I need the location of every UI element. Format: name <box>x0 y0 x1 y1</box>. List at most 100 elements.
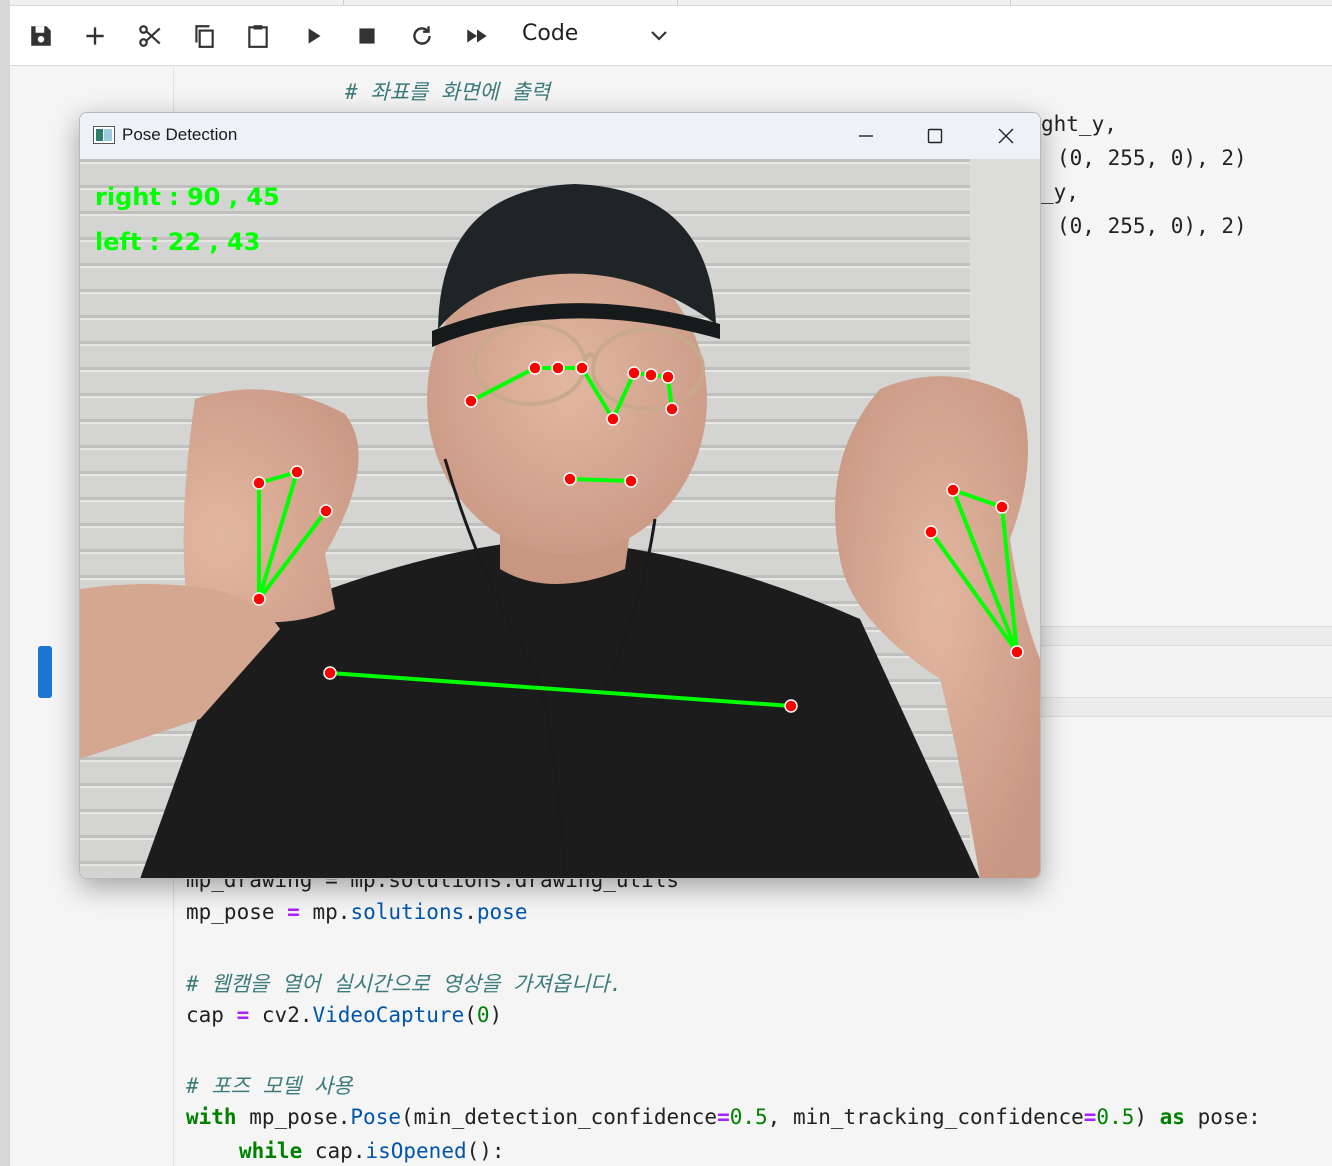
cell-collapsed-area[interactable] <box>1041 646 1332 697</box>
cell-divider <box>1041 626 1332 646</box>
pose-landmark-r-index <box>995 500 1009 514</box>
code-var: pose: <box>1197 1105 1261 1129</box>
save-icon <box>31 26 51 46</box>
code-mod: cv2 <box>261 1003 300 1027</box>
code-args: (0, 255, 0), 2) <box>1057 214 1247 238</box>
pose-landmark-l-eye-i <box>575 361 589 375</box>
code-func: isOpened <box>365 1139 467 1163</box>
pose-connection <box>329 671 792 708</box>
code-var: cap <box>314 1139 353 1163</box>
code-func: Pose <box>350 1105 401 1129</box>
pose-connection <box>580 366 615 421</box>
pose-connection <box>569 477 632 483</box>
right-coords-label: right : 90 , 45 <box>95 183 280 211</box>
code-keyword: while <box>239 1139 303 1163</box>
code-comment: # 포즈 모델 사용 <box>186 1074 353 1098</box>
copy-icon <box>195 25 214 48</box>
pose-landmark-l-ear <box>464 394 478 408</box>
cell-type-select[interactable]: Code <box>522 21 578 46</box>
code-param: min_detection_confidence <box>413 1105 718 1129</box>
code-number: 0.5 <box>729 1105 768 1129</box>
pose-landmark-l-eye <box>551 361 565 375</box>
code-line: (0, 255, 0), 2) <box>1057 214 1247 238</box>
pose-landmark-mouth-r <box>624 474 638 488</box>
webcam-video-frame: right : 90 , 45 left : 22 , 43 <box>80 159 1040 878</box>
fast-forward-icon <box>467 29 487 43</box>
stop-button[interactable] <box>351 20 383 52</box>
pose-landmarks-overlay <box>252 361 1024 713</box>
window-title: Pose Detection <box>122 125 238 144</box>
save-button[interactable] <box>25 20 57 52</box>
pose-landmark-l-pinky <box>319 504 333 518</box>
pose-landmark-r-shoulder <box>784 699 798 713</box>
code-line: mp_pose = mp.solutions.pose <box>186 900 528 924</box>
cell-divider <box>1041 697 1332 717</box>
pose-landmark-r-wrist <box>1010 645 1024 659</box>
chevron-down-icon[interactable] <box>647 23 671 47</box>
code-var: mp_pose <box>186 900 275 924</box>
maximize-icon <box>927 128 943 144</box>
active-cell-indicator[interactable] <box>38 646 52 698</box>
code-line: with mp_pose.Pose(min_detection_confiden… <box>186 1105 1261 1129</box>
left-scroll-strip <box>0 0 10 1166</box>
pose-landmark-r-ear <box>665 402 679 416</box>
code-var: mp_pose <box>249 1105 338 1129</box>
code-attr: pose <box>476 900 528 924</box>
notebook-toolbar: Code <box>10 6 1332 66</box>
close-window-button[interactable] <box>976 116 1036 156</box>
paste-button[interactable] <box>242 20 274 52</box>
left-coords-label: left : 22 , 43 <box>95 228 261 256</box>
code-args: (0, 255, 0), 2) <box>1057 146 1247 170</box>
copy-button[interactable] <box>188 20 220 52</box>
cut-button[interactable] <box>134 20 166 52</box>
minimize-icon <box>859 135 873 137</box>
pose-connection <box>470 366 536 403</box>
stop-icon <box>359 28 375 44</box>
restart-button[interactable] <box>406 20 438 52</box>
code-param: min_tracking_confidence <box>792 1105 1084 1129</box>
pose-landmark-l-eye-o <box>528 361 542 375</box>
pose-landmark-l-thumb <box>252 476 266 490</box>
paste-icon <box>248 25 268 48</box>
pose-landmark-r-eye <box>644 368 658 382</box>
run-all-button[interactable] <box>461 20 493 52</box>
run-icon <box>308 28 321 44</box>
run-button[interactable] <box>298 20 330 52</box>
code-var: cap <box>186 1003 224 1027</box>
code-line: (0, 255, 0), 2) <box>1057 146 1247 170</box>
code-keyword: as <box>1159 1105 1185 1129</box>
code-keyword: with <box>186 1105 237 1129</box>
code-comment: # 좌표를 화면에 출력 <box>345 80 551 104</box>
pose-landmark-r-eye-o <box>661 370 675 384</box>
pose-connection <box>257 509 328 601</box>
maximize-button[interactable] <box>905 116 965 156</box>
cut-icon <box>139 25 161 47</box>
code-func: VideoCapture <box>312 1003 465 1027</box>
pose-landmark-mouth-l <box>563 472 577 486</box>
pose-connection <box>257 471 299 600</box>
pose-detection-window[interactable]: Pose Detection right: 90 , 45 left: 22… <box>79 112 1041 879</box>
pose-landmark-nose <box>606 412 620 426</box>
close-icon <box>998 128 1014 144</box>
window-titlebar[interactable]: Pose Detection <box>80 113 1040 159</box>
pose-landmark-l-index <box>290 465 304 479</box>
code-punct: (): <box>466 1139 505 1163</box>
app-window-icon <box>93 126 115 144</box>
minimize-button[interactable] <box>836 116 896 156</box>
code-mod: mp <box>312 900 338 924</box>
restart-icon <box>413 26 431 45</box>
code-line: while cap.isOpened(): <box>239 1139 505 1163</box>
pose-landmark-r-eye-i <box>627 366 641 380</box>
code-line: _y, <box>1041 180 1079 204</box>
pose-connection <box>929 530 1019 654</box>
pose-landmark-l-shoulder <box>323 666 337 680</box>
code-attr: solutions <box>350 900 465 924</box>
code-comment: # 웹캠을 열어 실시간으로 영상을 가져옵니다. <box>186 972 623 996</box>
pose-landmark-l-wrist <box>252 592 266 606</box>
code-number: 0 <box>476 1003 490 1027</box>
pose-connection <box>611 372 636 420</box>
pose-landmark-r-pinky <box>924 525 938 539</box>
code-line: cap = cv2.VideoCapture(0) <box>186 1003 503 1027</box>
add-cell-button[interactable] <box>79 20 111 52</box>
code-line: ght_y, <box>1041 112 1117 136</box>
